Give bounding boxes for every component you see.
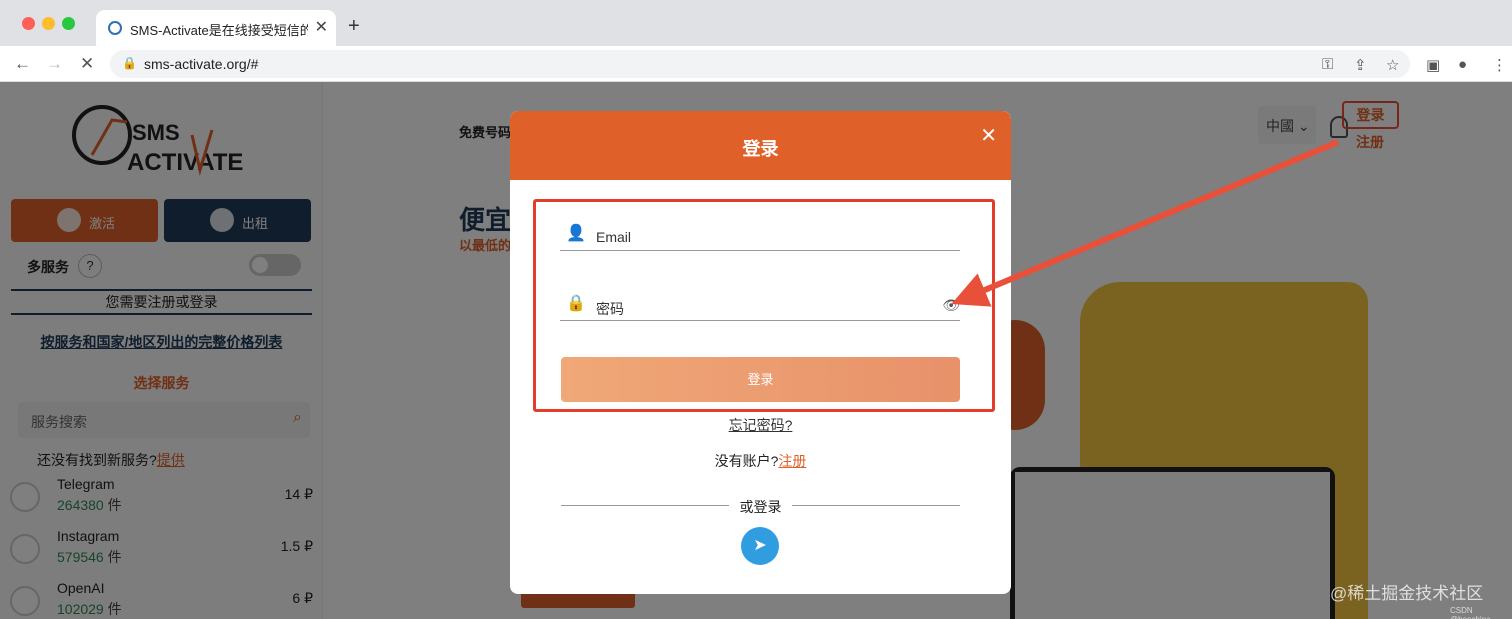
share-icon[interactable]: ⇪ (1354, 56, 1367, 74)
browser-toolbar: ← → ✕ 🔒 sms-activate.org/# ⚿ ⇪ ☆ ▣ ● ⋮ (0, 46, 1512, 82)
url-text[interactable]: sms-activate.org/# (144, 56, 258, 72)
watermark-small: CSDN @boechina (1450, 606, 1491, 619)
back-arrow-icon[interactable]: ← (14, 54, 31, 74)
profile-avatar-icon[interactable]: ● (1458, 56, 1467, 73)
site-favicon-icon (108, 21, 122, 35)
new-tab-button[interactable]: + (348, 15, 360, 38)
key-icon[interactable]: ⚿ (1322, 56, 1333, 73)
web-page: 免费号码 中國 ⌄ 登录 注册 便宜 以最低的 SMS ACTIVATE 激活 … (0, 82, 1512, 619)
bookmark-star-icon[interactable]: ☆ (1386, 56, 1399, 74)
lock-icon: 🔒 (122, 56, 137, 70)
menu-dots-icon[interactable]: ⋮ (1492, 56, 1507, 74)
window-close-button[interactable] (22, 17, 35, 30)
forward-arrow-icon[interactable]: → (46, 54, 63, 74)
annotation-arrow-icon (951, 139, 1340, 307)
tab-close-icon[interactable]: ✕ (315, 17, 328, 37)
tab-title: SMS-Activate是在线接受短信的 (130, 23, 308, 38)
address-bar[interactable]: 🔒 sms-activate.org/# (110, 50, 1410, 78)
window-minimize-button[interactable] (42, 17, 55, 30)
stop-loading-icon[interactable]: ✕ (80, 54, 94, 74)
watermark: @稀土掘金技术社区 (1330, 584, 1484, 603)
window-maximize-button[interactable] (62, 17, 75, 30)
browser-tab[interactable]: SMS-Activate是在线接受短信的 ✕ (96, 10, 336, 46)
browser-tab-bar: SMS-Activate是在线接受短信的 ✕ + (0, 0, 1512, 46)
side-panel-icon[interactable]: ▣ (1426, 56, 1440, 74)
